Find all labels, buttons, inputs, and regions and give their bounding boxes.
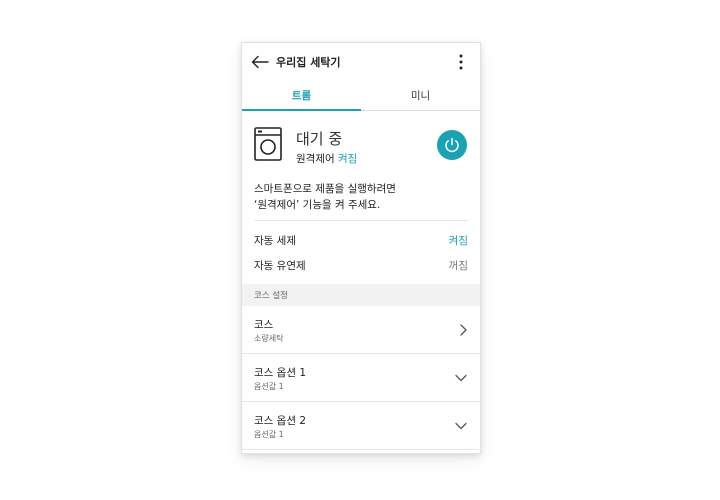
option-auto-detergent[interactable]: 자동 세제 켜짐 [254, 230, 468, 250]
list-item-subtitle: 소량세탁 [254, 334, 284, 343]
more-button[interactable] [454, 52, 468, 72]
list-item-subtitle: 옵션값 1 [254, 382, 284, 391]
option-auto-softener[interactable]: 자동 유연제 꺼짐 [254, 255, 468, 275]
option-value: 꺼짐 [448, 259, 468, 272]
list-item-course[interactable]: 코스 소량세탁 [242, 306, 480, 354]
description-line-1: 스마트폰으로 제품을 실행하려면 [254, 183, 396, 195]
remote-control-value: 켜짐 [337, 153, 358, 165]
tab-bar: 트롬 미니 [242, 81, 480, 111]
list-item-course-option-2[interactable]: 코스 옵션 2 옵션값 1 [242, 402, 480, 450]
washing-machine-icon [254, 127, 282, 161]
power-icon [437, 130, 467, 160]
option-label: 자동 유연제 [254, 259, 306, 272]
tab-trom[interactable]: 트롬 [242, 81, 361, 111]
list-item-course-option-1[interactable]: 코스 옵션 1 옵션값 1 [242, 354, 480, 402]
divider [254, 220, 468, 221]
arrow-left-icon [251, 55, 269, 69]
section-header-course-settings: 코스 설정 [242, 284, 480, 306]
option-label: 자동 세제 [254, 234, 296, 247]
chevron-right-icon [460, 324, 467, 336]
status-state: 대기 중 [296, 130, 343, 148]
chevron-down-icon [455, 422, 467, 430]
more-vertical-icon [459, 54, 463, 70]
remote-control-label: 원격제어 [296, 153, 335, 165]
list-item-title: 코스 [254, 319, 274, 331]
tab-mini[interactable]: 미니 [361, 81, 480, 110]
list-item-subtitle: 옵션값 1 [254, 430, 284, 439]
phone-screen: 우리집 세탁기 트롬 미니 대기 중 원격제어 켜짐 스마트폰으로 제품을 실행… [241, 42, 481, 454]
remote-control-description: 스마트폰으로 제품을 실행하려면 ‘원격제어’ 기능을 켜 주세요. [254, 181, 470, 213]
back-button[interactable] [250, 53, 270, 71]
description-line-2: ‘원격제어’ 기능을 켜 주세요. [254, 199, 381, 211]
list-item-title: 코스 옵션 2 [254, 415, 306, 427]
option-value: 켜짐 [448, 234, 468, 247]
app-bar: 우리집 세탁기 [242, 43, 480, 81]
chevron-down-icon [455, 374, 467, 382]
page-title: 우리집 세탁기 [276, 56, 341, 69]
power-button[interactable] [437, 130, 467, 160]
remote-control-status: 원격제어 켜짐 [296, 151, 357, 166]
list-item-title: 코스 옵션 1 [254, 367, 306, 379]
